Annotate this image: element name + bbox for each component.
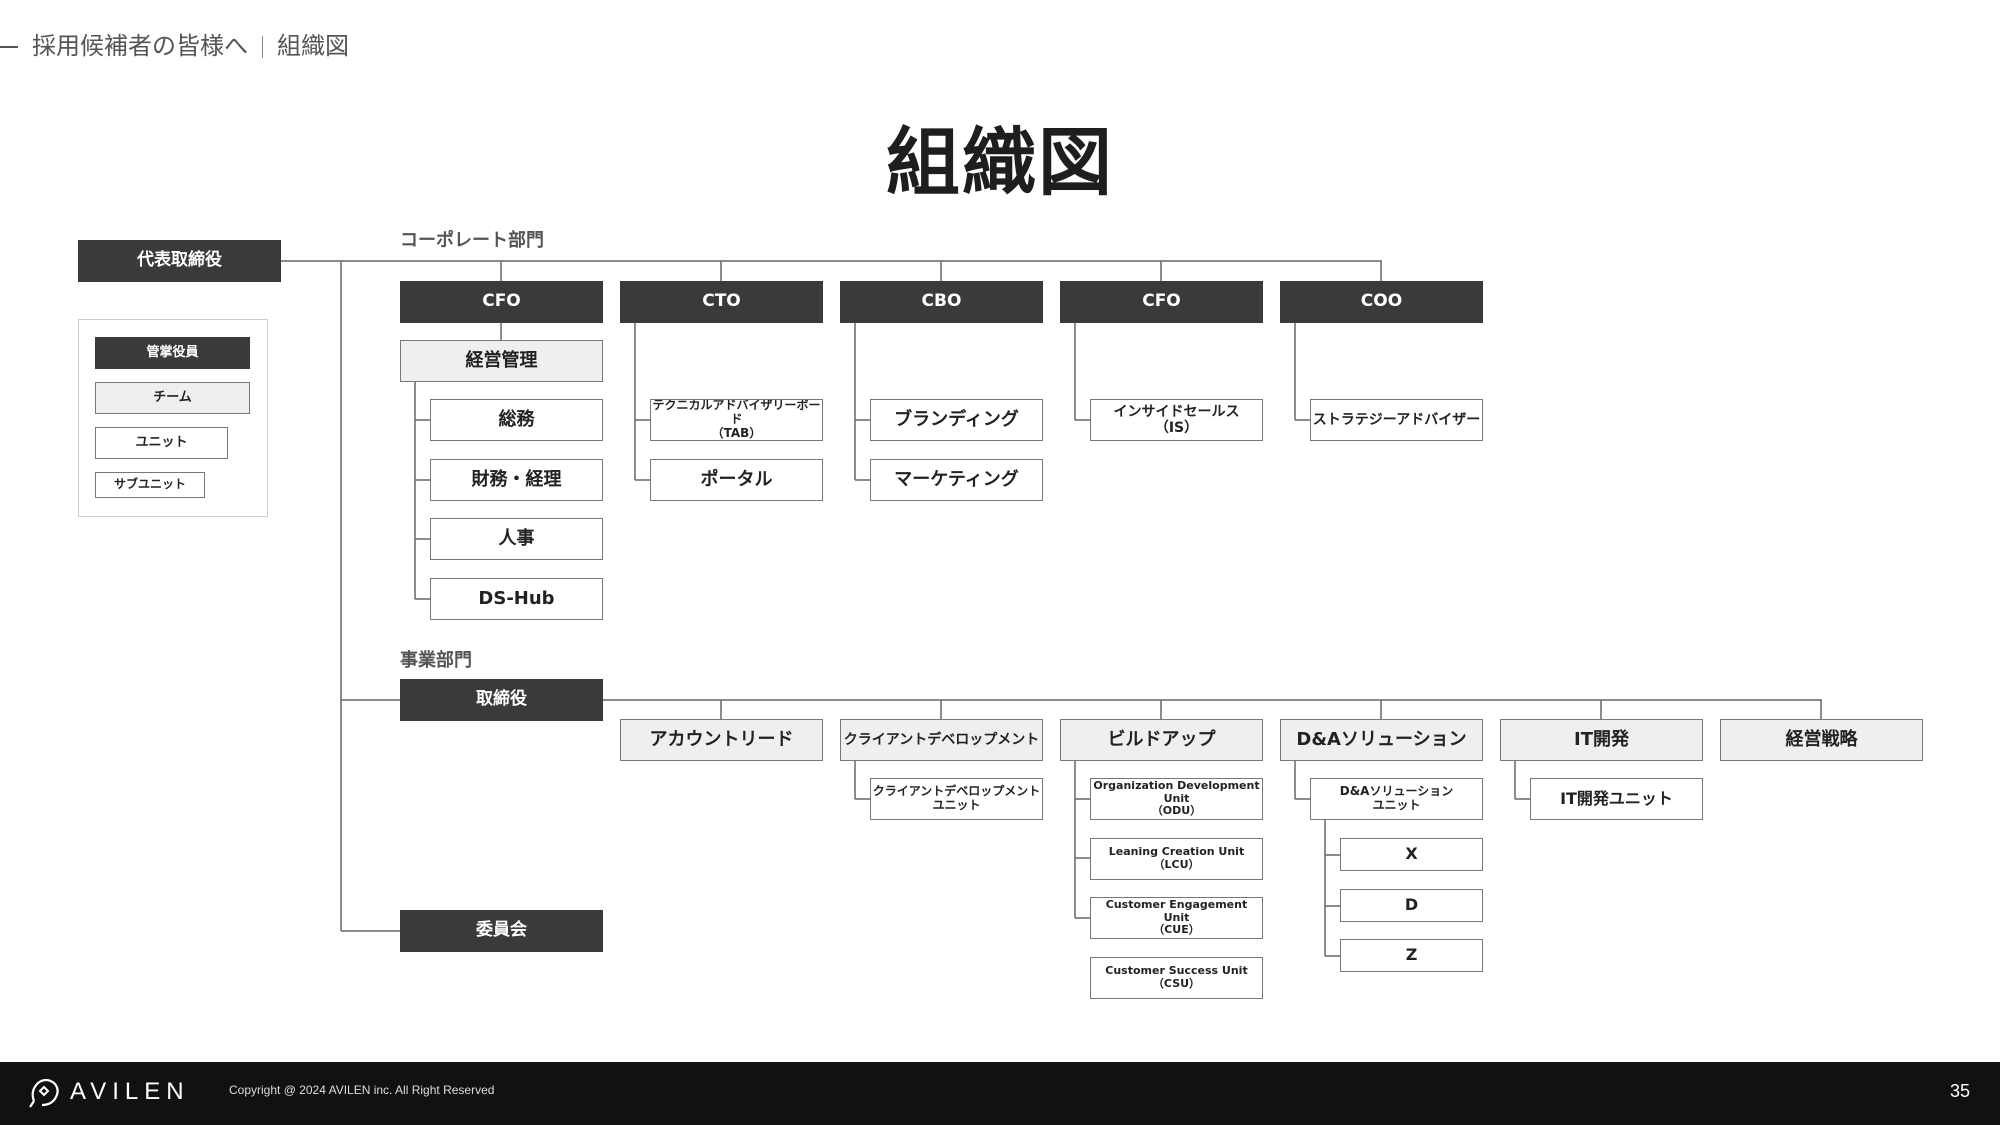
unit-somu: 総務: [430, 399, 603, 441]
legend: 管掌役員 チーム ユニット サブユニット: [78, 319, 268, 517]
team-keiei-kanri: 経営管理: [400, 340, 603, 382]
team-it-dev: IT開発: [1500, 719, 1703, 761]
unit-it-dev: IT開発ユニット: [1530, 778, 1703, 820]
unit-zaimu-keiri: 財務・経理: [430, 459, 603, 501]
unit-jinji: 人事: [430, 518, 603, 560]
unit-marketing: マーケティング: [870, 459, 1043, 501]
legend-team: チーム: [95, 382, 250, 414]
team-management-strategy: 経営戦略: [1720, 719, 1923, 761]
legend-subunit: サブユニット: [95, 472, 205, 498]
unit-odu: Organization Development Unit （ODU）: [1090, 778, 1263, 820]
breadcrumb-separator: [262, 36, 263, 58]
unit-cue: Customer Engagement Unit （CUE）: [1090, 897, 1263, 939]
copyright-text: Copyright @ 2024 AVILEN inc. All Right R…: [229, 1083, 495, 1097]
legend-exec: 管掌役員: [95, 337, 250, 369]
unit-branding: ブランディング: [870, 399, 1043, 441]
legend-unit: ユニット: [95, 427, 228, 459]
breadcrumb-dash: [0, 46, 18, 48]
subunit-d: D: [1340, 889, 1483, 922]
business-section-label: 事業部門: [400, 650, 472, 671]
unit-client-development: クライアントデベロップメント ユニット: [870, 778, 1043, 820]
subunit-x: X: [1340, 838, 1483, 871]
subunit-z: Z: [1340, 939, 1483, 972]
unit-portal: ポータル: [650, 459, 823, 501]
unit-da-solution: D&Aソリューション ユニット: [1310, 778, 1483, 820]
exec-director: 取締役: [400, 679, 603, 721]
breadcrumb-section: 採用候補者の皆様へ: [32, 32, 248, 60]
brand-name: AVILEN: [70, 1078, 190, 1105]
unit-ds-hub: DS-Hub: [430, 578, 603, 620]
team-da-solution: D&Aソリューション: [1280, 719, 1483, 761]
team-client-development: クライアントデベロップメント: [840, 719, 1043, 761]
brand-logo: AVILEN: [28, 1075, 190, 1109]
exec-coo: COO: [1280, 281, 1483, 323]
breadcrumb: 採用候補者の皆様へ 組織図: [0, 26, 349, 61]
ceo-box: 代表取締役: [78, 240, 281, 282]
breadcrumb-page: 組織図: [277, 32, 349, 60]
team-account-lead: アカウントリード: [620, 719, 823, 761]
exec-cfo-2: CFO: [1060, 281, 1263, 323]
team-buildup: ビルドアップ: [1060, 719, 1263, 761]
avilen-logo-icon: [29, 1078, 59, 1108]
exec-cto: CTO: [620, 281, 823, 323]
unit-tab: テクニカルアドバイザリーボード （TAB）: [650, 399, 823, 441]
exec-cfo: CFO: [400, 281, 603, 323]
unit-inside-sales: インサイドセールス （IS）: [1090, 399, 1263, 441]
unit-csu: Customer Success Unit （CSU）: [1090, 957, 1263, 999]
exec-cbo: CBO: [840, 281, 1043, 323]
unit-lcu: Leaning Creation Unit （LCU）: [1090, 838, 1263, 880]
committee-box: 委員会: [400, 910, 603, 952]
corporate-section-label: コーポレート部門: [400, 230, 544, 251]
page-number: 35: [1949, 1081, 1970, 1101]
unit-strategy-advisor: ストラテジーアドバイザー: [1310, 399, 1483, 441]
page-title: 組織図: [886, 120, 1114, 206]
